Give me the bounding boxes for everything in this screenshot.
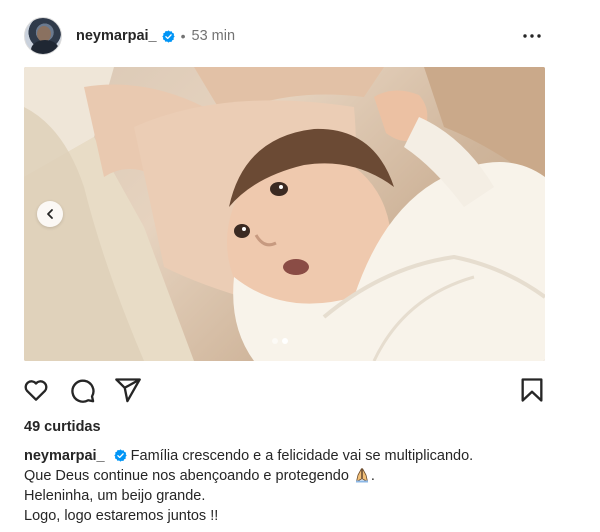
verified-badge-icon [161,29,175,43]
post-username[interactable]: neymarpai_ [76,28,157,44]
bookmark-icon[interactable] [518,376,546,404]
carousel-indicator [272,338,288,344]
baby-photo-illustration [24,67,545,361]
more-options-icon[interactable] [520,24,544,48]
caption-line-2-end: . [370,468,375,484]
likes-count[interactable]: 49 curtidas [24,419,101,435]
praying-hands-emoji [355,468,369,483]
avatar[interactable] [24,17,62,55]
time-separator: • [180,28,186,44]
caption-username[interactable]: neymarpai_ [24,448,105,464]
verified-badge-icon [113,449,127,462]
instagram-post: neymarpai_ • 53 min 49 curtidas neymarpa… [0,0,600,532]
caption-line-4: Logo, logo estaremos juntos !! [24,508,219,524]
share-icon[interactable] [114,376,142,404]
chevron-left-icon [47,209,53,219]
post-actions [22,376,546,404]
carousel-prev-button[interactable] [37,201,63,227]
post-time[interactable]: 53 min [192,28,236,44]
carousel-dot [272,338,278,344]
heart-icon[interactable] [22,376,50,404]
caption-line-1: Família crescendo e a felicidade vai se … [130,448,474,464]
post-caption: neymarpai_ Família crescendo e a felicid… [24,446,584,526]
caption-line-2: Que Deus continue nos abençoando e prote… [24,468,353,484]
post-photo[interactable] [24,67,545,361]
comment-icon[interactable] [68,376,96,404]
carousel-dot-active [282,338,288,344]
post-header: neymarpai_ • 53 min [24,16,550,56]
caption-line-3: Heleninha, um beijo grande. [24,488,206,504]
